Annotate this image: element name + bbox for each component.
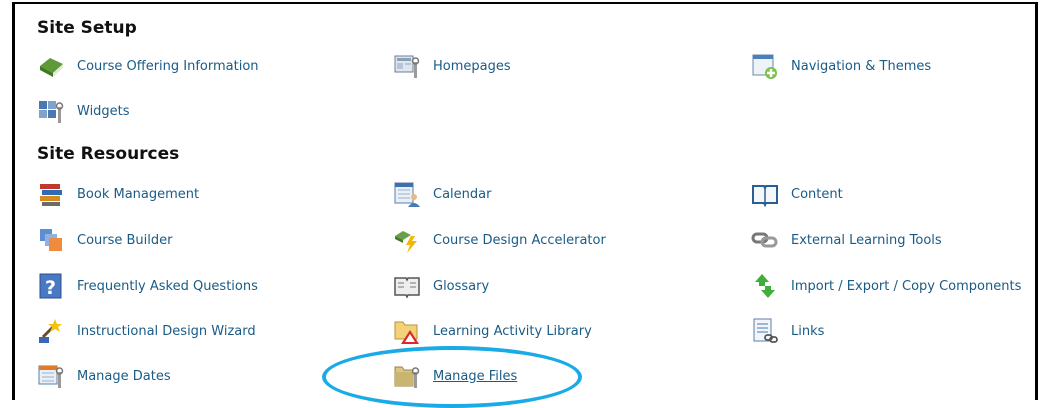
tool-label: Glossary (433, 278, 490, 294)
tool-label: Course Design Accelerator (433, 232, 606, 248)
tool-label: Course Offering Information (77, 58, 259, 74)
tool-label: Navigation & Themes (791, 58, 932, 74)
tool-manage-files[interactable]: Manage Files (393, 362, 517, 390)
tool-label: External Learning Tools (791, 232, 942, 248)
tool-label: Learning Activity Library (433, 323, 592, 339)
site-resources-heading: Site Resources (37, 144, 180, 164)
tool-label: Links (791, 323, 825, 339)
book-green-icon (40, 58, 63, 77)
tool-links[interactable]: Links (751, 317, 824, 345)
widgets-config-icon (39, 101, 64, 123)
calendar-user-icon (394, 182, 420, 207)
course-builder-icon (40, 229, 62, 251)
tool-glossary[interactable]: Glossary (393, 272, 489, 300)
tool-label: Frequently Asked Questions (77, 278, 258, 294)
folder-config-icon (394, 366, 420, 388)
tool-label: Instructional Design Wizard (77, 323, 256, 339)
tool-label: Homepages (433, 58, 511, 74)
tool-widgets[interactable]: Widgets (37, 97, 130, 125)
tool-external-learning-tools[interactable]: External Learning Tools (751, 226, 942, 254)
wizard-wand-icon (39, 319, 62, 343)
tool-label: Manage Dates (77, 368, 171, 384)
tool-learning-activity-library[interactable]: Learning Activity Library (393, 317, 592, 345)
tool-content[interactable]: Content (751, 180, 843, 208)
tool-label: Import / Export / Copy Components (791, 278, 1022, 294)
tool-label: Book Management (77, 186, 200, 202)
tool-instructional-design-wizard[interactable]: Instructional Design Wizard (37, 317, 256, 345)
tool-manage-dates[interactable]: Manage Dates (37, 362, 171, 390)
glossary-book-icon (394, 277, 420, 299)
question-mark-icon: ? (39, 273, 62, 299)
tool-course-offering-information[interactable]: Course Offering Information (37, 52, 259, 80)
arrows-up-down-icon (755, 274, 775, 298)
tool-label: Content (791, 186, 843, 202)
tool-book-management[interactable]: Book Management (37, 180, 199, 208)
open-book-icon (752, 185, 778, 208)
tools-panel: Site Setup Course Offering Information H… (12, 2, 1038, 400)
tool-course-builder[interactable]: Course Builder (37, 226, 173, 254)
manage-dates-icon (38, 365, 64, 388)
tool-label: Calendar (433, 186, 492, 202)
tool-label: Widgets (77, 103, 130, 119)
tool-label: Course Builder (77, 232, 173, 248)
tool-navigation-themes[interactable]: Navigation & Themes (751, 52, 931, 80)
site-setup-heading: Site Setup (37, 18, 137, 38)
tool-label: Manage Files (433, 368, 518, 384)
chain-link-icon (751, 232, 778, 248)
tool-homepages[interactable]: Homepages (393, 52, 511, 80)
books-stack-icon (40, 184, 62, 206)
tool-import-export-copy-components[interactable]: Import / Export / Copy Components (751, 272, 1021, 300)
svg-text:?: ? (45, 277, 56, 299)
tool-frequently-asked-questions[interactable]: ? Frequently Asked Questions (37, 272, 258, 300)
tool-calendar[interactable]: Calendar (393, 180, 491, 208)
folder-warning-icon (394, 321, 419, 344)
lightning-book-icon (395, 231, 417, 253)
navigation-plus-icon (752, 54, 777, 79)
homepage-config-icon (394, 55, 420, 78)
tool-course-design-accelerator[interactable]: Course Design Accelerator (393, 226, 606, 254)
links-document-icon (753, 318, 778, 343)
